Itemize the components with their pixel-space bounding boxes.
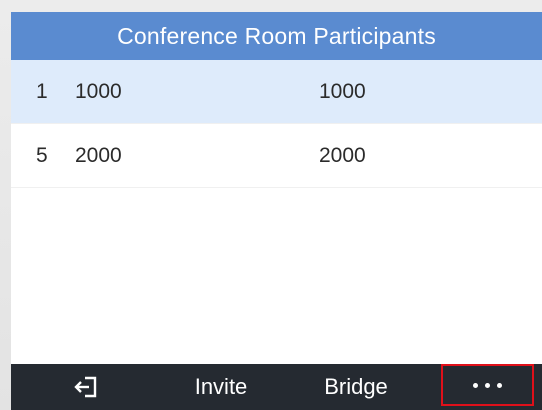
participant-name: 2000 <box>75 144 122 167</box>
participant-index: 1 <box>36 80 48 103</box>
more-dots-icon <box>443 366 532 404</box>
exit-arrow-icon <box>74 376 97 398</box>
phone-screen: Conference Room Participants 1 1000 1000… <box>11 12 542 410</box>
participant-index: 5 <box>36 144 48 167</box>
participant-name: 1000 <box>75 80 122 103</box>
invite-softkey[interactable]: Invite <box>176 364 266 410</box>
back-softkey[interactable] <box>66 364 111 410</box>
participant-number: 2000 <box>319 144 366 167</box>
softkey-bar: Invite Bridge <box>11 364 542 410</box>
device-frame: Conference Room Participants 1 1000 1000… <box>0 0 542 410</box>
more-softkey[interactable] <box>441 364 534 406</box>
participant-row[interactable]: 5 2000 2000 <box>11 124 542 188</box>
page-title: Conference Room Participants <box>11 12 542 60</box>
participant-number: 1000 <box>319 80 366 103</box>
bridge-softkey[interactable]: Bridge <box>306 364 406 410</box>
participant-row[interactable]: 1 1000 1000 <box>11 60 542 124</box>
participant-list: 1 1000 1000 5 2000 2000 <box>11 60 542 188</box>
